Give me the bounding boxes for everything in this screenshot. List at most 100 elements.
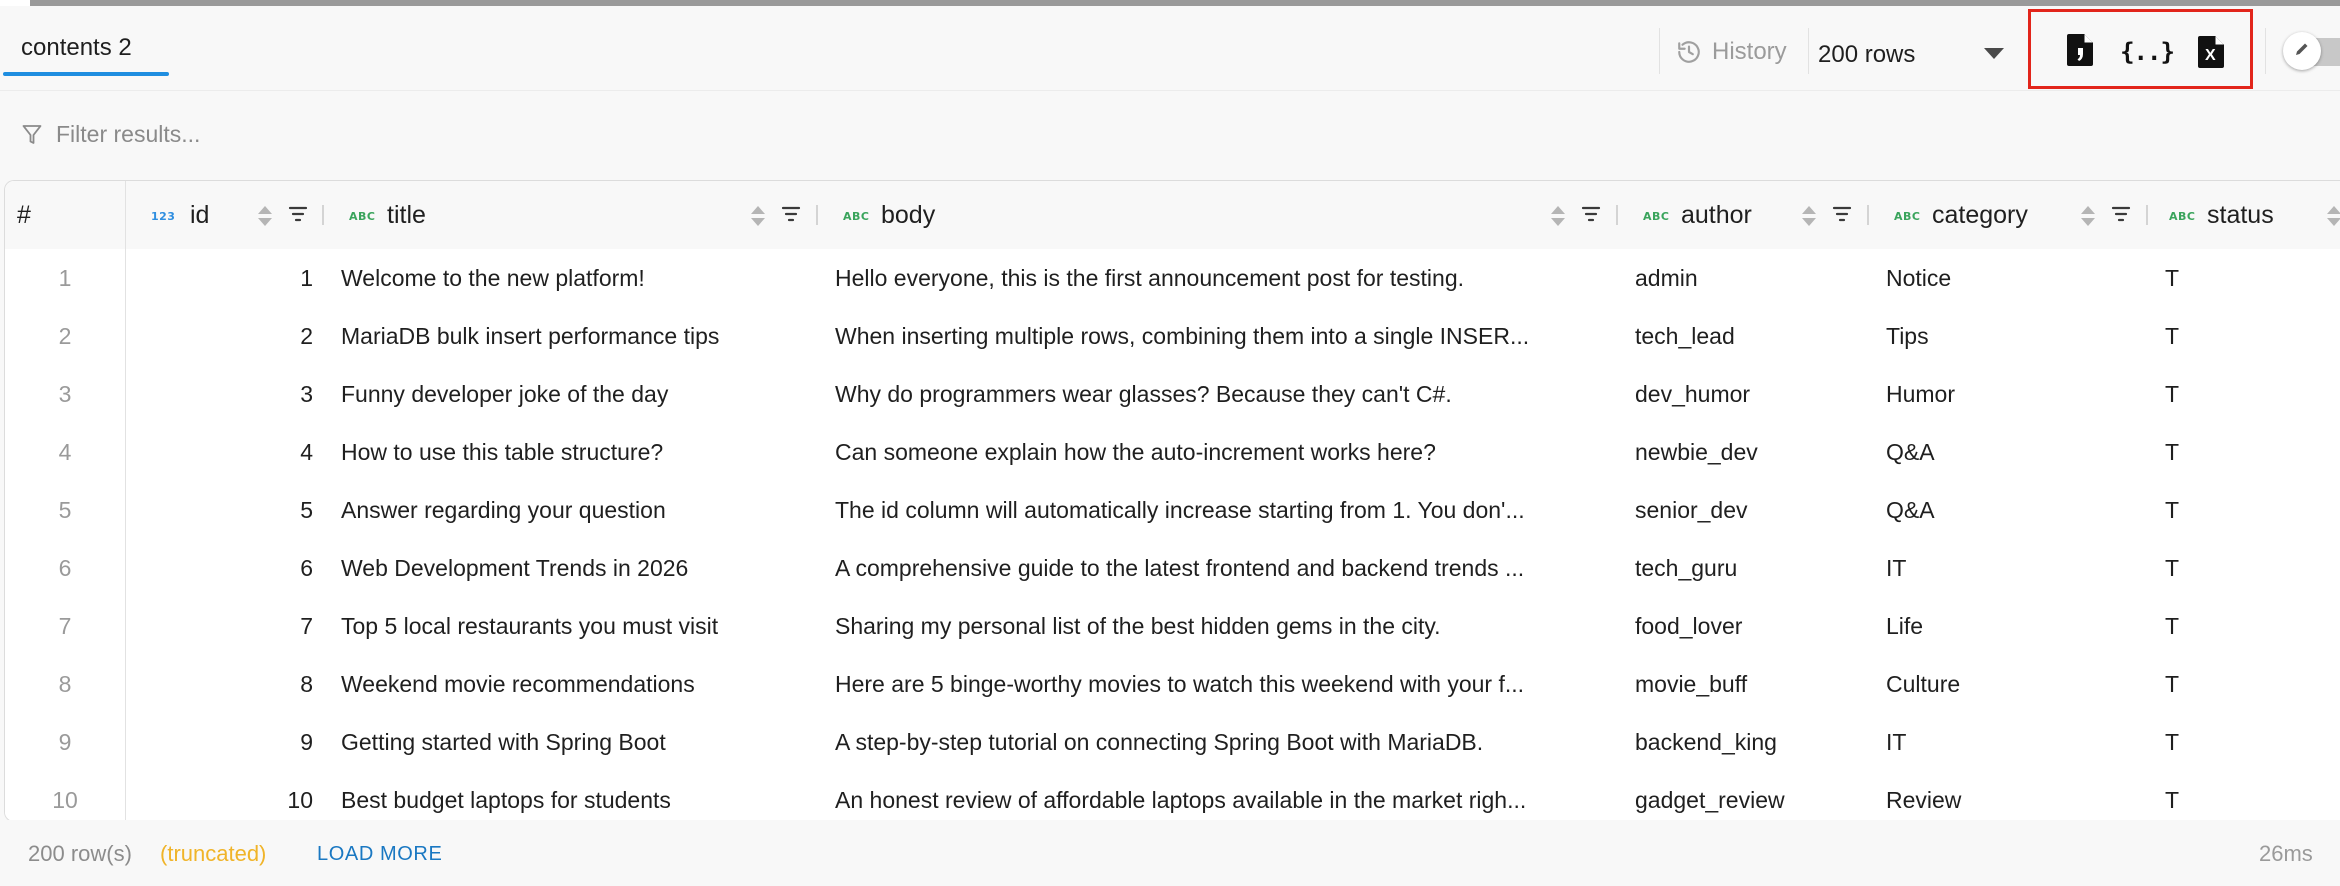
category-cell[interactable]: IT bbox=[1886, 713, 2141, 771]
column-header-category[interactable]: ABC category bbox=[1870, 181, 2149, 249]
history-button[interactable]: History bbox=[1676, 34, 1787, 70]
id-cell[interactable]: 3 bbox=[127, 365, 313, 423]
category-cell[interactable]: IT bbox=[1886, 539, 2141, 597]
sort-icon[interactable] bbox=[2081, 206, 2095, 226]
category-cell[interactable]: Tips bbox=[1886, 307, 2141, 365]
category-cell[interactable]: Notice bbox=[1886, 249, 2141, 307]
title-cell[interactable]: Funny developer joke of the day bbox=[341, 365, 811, 423]
title-cell[interactable]: Answer regarding your question bbox=[341, 481, 811, 539]
id-cell[interactable]: 5 bbox=[127, 481, 313, 539]
filter-bar[interactable]: Filter results... bbox=[0, 91, 2340, 179]
body-cell[interactable]: A step-by-step tutorial on connecting Sp… bbox=[835, 713, 1610, 771]
column-header-id[interactable]: 123 id bbox=[127, 181, 325, 249]
column-resize-handle[interactable] bbox=[1616, 205, 1618, 225]
body-cell[interactable]: Can someone explain how the auto-increme… bbox=[835, 423, 1610, 481]
table-row[interactable]: 6 6 Web Development Trends in 2026 A compre… bbox=[5, 539, 2340, 598]
load-more-button[interactable]: LOAD MORE bbox=[317, 843, 442, 866]
body-cell[interactable]: Sharing my personal list of the best hid… bbox=[835, 597, 1610, 655]
column-filter-icon[interactable] bbox=[2111, 205, 2131, 228]
author-cell[interactable]: tech_guru bbox=[1635, 539, 1860, 597]
column-resize-handle[interactable] bbox=[2146, 205, 2148, 225]
column-filter-icon[interactable] bbox=[288, 205, 308, 228]
column-filter-icon[interactable] bbox=[781, 205, 801, 228]
status-cell[interactable]: T bbox=[2165, 597, 2335, 655]
status-cell[interactable]: T bbox=[2165, 307, 2335, 365]
sort-icon[interactable] bbox=[258, 206, 272, 226]
body-cell[interactable]: Hello everyone, this is the first announ… bbox=[835, 249, 1610, 307]
author-cell[interactable]: dev_humor bbox=[1635, 365, 1860, 423]
id-cell[interactable]: 7 bbox=[127, 597, 313, 655]
table-row[interactable]: 8 8 Weekend movie recommendations Here are … bbox=[5, 655, 2340, 714]
title-cell[interactable]: MariaDB bulk insert performance tips bbox=[341, 307, 811, 365]
sort-icon[interactable] bbox=[2327, 206, 2340, 226]
export-csv-button[interactable] bbox=[2060, 32, 2100, 72]
category-cell[interactable]: Culture bbox=[1886, 655, 2141, 713]
id-cell[interactable]: 10 bbox=[127, 771, 313, 821]
column-filter-icon[interactable] bbox=[1581, 205, 1601, 228]
column-header-title[interactable]: ABC title bbox=[325, 181, 819, 249]
title-cell[interactable]: How to use this table structure? bbox=[341, 423, 811, 481]
id-cell[interactable]: 1 bbox=[127, 249, 313, 307]
table-row[interactable]: 7 7 Top 5 local restaurants you must visit… bbox=[5, 597, 2340, 656]
author-cell[interactable]: newbie_dev bbox=[1635, 423, 1860, 481]
table-row[interactable]: 4 4 How to use this table structure? Can so… bbox=[5, 423, 2340, 482]
edit-mode-toggle[interactable] bbox=[2283, 32, 2340, 72]
table-row[interactable]: 9 9 Getting started with Spring Boot A step… bbox=[5, 713, 2340, 772]
author-cell[interactable]: tech_lead bbox=[1635, 307, 1860, 365]
status-cell[interactable]: T bbox=[2165, 771, 2335, 821]
id-cell[interactable]: 6 bbox=[127, 539, 313, 597]
id-cell[interactable]: 8 bbox=[127, 655, 313, 713]
author-cell[interactable]: food_lover bbox=[1635, 597, 1860, 655]
category-cell[interactable]: Q&A bbox=[1886, 423, 2141, 481]
tab-contents[interactable]: contents 2 bbox=[3, 26, 169, 76]
title-cell[interactable]: Web Development Trends in 2026 bbox=[341, 539, 811, 597]
column-header-status[interactable]: ABC status bbox=[2149, 181, 2340, 249]
title-cell[interactable]: Top 5 local restaurants you must visit bbox=[341, 597, 811, 655]
body-cell[interactable]: A comprehensive guide to the latest fron… bbox=[835, 539, 1610, 597]
id-cell[interactable]: 9 bbox=[127, 713, 313, 771]
author-cell[interactable]: gadget_review bbox=[1635, 771, 1860, 821]
sort-icon[interactable] bbox=[1802, 206, 1816, 226]
category-cell[interactable]: Humor bbox=[1886, 365, 2141, 423]
column-resize-handle[interactable] bbox=[322, 205, 324, 225]
status-cell[interactable]: T bbox=[2165, 481, 2335, 539]
title-cell[interactable]: Best budget laptops for students bbox=[341, 771, 811, 821]
table-row[interactable]: 5 5 Answer regarding your question The id c… bbox=[5, 481, 2340, 540]
body-cell[interactable]: Here are 5 binge-worthy movies to watch … bbox=[835, 655, 1610, 713]
title-cell[interactable]: Getting started with Spring Boot bbox=[341, 713, 811, 771]
status-cell[interactable]: T bbox=[2165, 539, 2335, 597]
table-row[interactable]: 3 3 Funny developer joke of the day Why do … bbox=[5, 365, 2340, 424]
column-resize-handle[interactable] bbox=[1867, 205, 1869, 225]
category-cell[interactable]: Life bbox=[1886, 597, 2141, 655]
table-row[interactable]: 10 10 Best budget laptops for students An h… bbox=[5, 771, 2340, 821]
table-row[interactable]: 2 2 MariaDB bulk insert performance tips Wh… bbox=[5, 307, 2340, 366]
sort-icon[interactable] bbox=[751, 206, 765, 226]
body-cell[interactable]: When inserting multiple rows, combining … bbox=[835, 307, 1610, 365]
body-cell[interactable]: The id column will automatically increas… bbox=[835, 481, 1610, 539]
title-cell[interactable]: Welcome to the new platform! bbox=[341, 249, 811, 307]
status-cell[interactable]: T bbox=[2165, 713, 2335, 771]
author-cell[interactable]: senior_dev bbox=[1635, 481, 1860, 539]
status-cell[interactable]: T bbox=[2165, 655, 2335, 713]
body-cell[interactable]: Why do programmers wear glasses? Because… bbox=[835, 365, 1610, 423]
column-header-body[interactable]: ABC body bbox=[819, 181, 1619, 249]
id-cell[interactable]: 4 bbox=[127, 423, 313, 481]
status-cell[interactable]: T bbox=[2165, 249, 2335, 307]
export-excel-button[interactable]: X bbox=[2191, 32, 2231, 72]
table-row[interactable]: 1 1 Welcome to the new platform! Hello ever… bbox=[5, 249, 2340, 308]
category-cell[interactable]: Review bbox=[1886, 771, 2141, 821]
filter-input[interactable]: Filter results... bbox=[56, 121, 200, 148]
body-cell[interactable]: An honest review of affordable laptops a… bbox=[835, 771, 1610, 821]
row-limit-select[interactable]: 200 rows bbox=[1818, 26, 2018, 82]
id-cell[interactable]: 2 bbox=[127, 307, 313, 365]
sort-icon[interactable] bbox=[1551, 206, 1565, 226]
column-filter-icon[interactable] bbox=[1832, 205, 1852, 228]
author-cell[interactable]: backend_king bbox=[1635, 713, 1860, 771]
column-header-author[interactable]: ABC author bbox=[1619, 181, 1870, 249]
category-cell[interactable]: Q&A bbox=[1886, 481, 2141, 539]
author-cell[interactable]: admin bbox=[1635, 249, 1860, 307]
export-json-button[interactable]: {..} bbox=[2120, 32, 2175, 72]
author-cell[interactable]: movie_buff bbox=[1635, 655, 1860, 713]
title-cell[interactable]: Weekend movie recommendations bbox=[341, 655, 811, 713]
column-resize-handle[interactable] bbox=[816, 205, 818, 225]
